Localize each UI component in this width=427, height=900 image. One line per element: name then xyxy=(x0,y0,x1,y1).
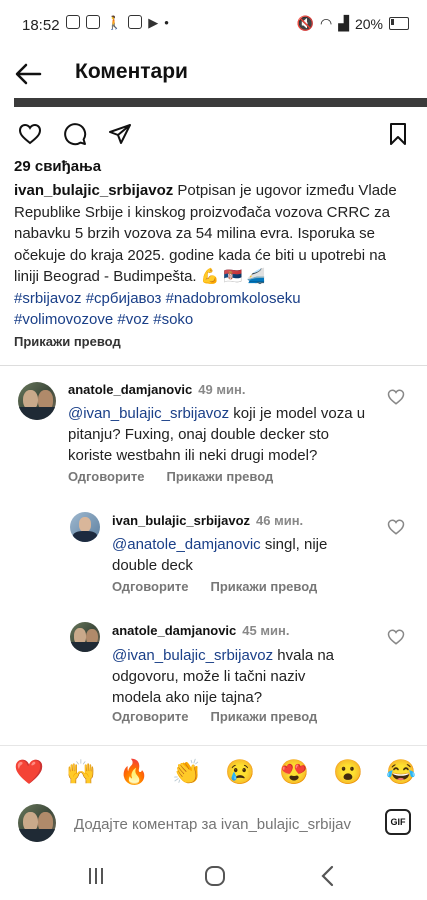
comment-input[interactable] xyxy=(74,816,374,833)
signal-icon: ▟ xyxy=(338,15,349,31)
hashtag[interactable]: #soko xyxy=(153,311,193,328)
bookmark-icon[interactable] xyxy=(386,122,410,146)
home-icon[interactable] xyxy=(204,865,226,887)
comment-actions: Одговорите Прикажи превод xyxy=(68,469,295,484)
comment-icon[interactable] xyxy=(63,122,87,146)
reply-button[interactable]: Одговорите xyxy=(68,469,145,484)
share-icon[interactable] xyxy=(108,122,132,146)
avatar xyxy=(18,804,56,842)
emoji-heart[interactable]: ❤️ xyxy=(14,758,44,788)
comment-username[interactable]: ivan_bulajic_srbijavoz xyxy=(112,513,250,528)
emoji-heart-eyes[interactable]: 😍 xyxy=(279,758,309,788)
dot-icon: • xyxy=(164,15,169,30)
walk-icon: 🚶 xyxy=(106,15,123,30)
comment-username[interactable]: anatole_damjanovic xyxy=(112,623,236,638)
emoji-reaction-bar: ❤️ 🙌 🔥 👏 😢 😍 😮 😂 xyxy=(0,745,427,802)
notification-icon xyxy=(66,15,80,29)
notification-icons: 🚶 ▶ • xyxy=(66,15,169,31)
likes-count[interactable]: 29 свиђања xyxy=(14,158,101,175)
divider xyxy=(0,365,427,366)
see-translation-link[interactable]: Прикажи превод xyxy=(14,334,121,349)
gif-icon[interactable]: GIF xyxy=(385,809,411,835)
comment-like-heart-icon[interactable] xyxy=(387,518,405,536)
battery-percent: 20% xyxy=(354,15,383,32)
app-icon xyxy=(128,15,143,29)
back-arrow-icon[interactable] xyxy=(14,62,42,86)
comment-actions: Одговорите Прикажи превод xyxy=(112,579,339,594)
app-header: Коментари xyxy=(0,52,427,96)
hashtag[interactable]: #srbijavoz xyxy=(14,290,82,307)
comment-author[interactable]: anatole_damjanovic 49 мин. xyxy=(68,382,245,397)
comment-text: @ivan_bulajic_srbijavoz koji je model vo… xyxy=(68,403,368,466)
status-time: 18:52 xyxy=(22,17,60,34)
avatar[interactable] xyxy=(70,622,100,652)
comment-time: 45 мин. xyxy=(242,623,290,638)
post-image-edge xyxy=(14,98,427,107)
comment-author[interactable]: ivan_bulajic_srbijavoz 46 мин. xyxy=(112,513,303,528)
reply-button[interactable]: Одговорите xyxy=(112,579,189,594)
comment-username[interactable]: anatole_damjanovic xyxy=(68,382,192,397)
see-translation-link[interactable]: Прикажи превод xyxy=(211,709,318,724)
see-translation-link[interactable]: Прикажи превод xyxy=(211,579,318,594)
comment-actions: Одговорите Прикажи превод xyxy=(112,709,339,724)
emoji-surprised[interactable]: 😮 xyxy=(333,758,363,788)
emoji-raising-hands[interactable]: 🙌 xyxy=(66,758,96,788)
avatar[interactable] xyxy=(18,382,56,420)
avatar[interactable] xyxy=(70,512,100,542)
system-nav-bar xyxy=(0,852,427,900)
comment-time: 49 мин. xyxy=(198,382,246,397)
mention-link[interactable]: @anatole_damjanovic xyxy=(112,536,261,553)
mention-link[interactable]: @ivan_bulajic_srbijavoz xyxy=(68,405,229,422)
page-title: Коментари xyxy=(75,60,188,83)
comment-text: @anatole_damjanovic singl, nije double d… xyxy=(112,534,362,576)
see-translation-link[interactable]: Прикажи превод xyxy=(167,469,274,484)
hashtag[interactable]: #nadobromkoloseku xyxy=(166,290,301,307)
mention-link[interactable]: @ivan_bulajic_srbijavoz xyxy=(112,647,273,664)
comment-composer: GIF xyxy=(0,800,427,850)
comment-text: @ivan_bulajic_srbijavoz hvala na odgovor… xyxy=(112,645,357,708)
wifi-icon: ◠ xyxy=(319,15,333,31)
comment-time: 46 мин. xyxy=(256,513,304,528)
mute-icon: 🔇 xyxy=(296,15,314,31)
hashtag[interactable]: #србијавоз xyxy=(86,290,162,307)
post-caption: ivan_bulajic_srbijavoz Potpisan je ugovo… xyxy=(14,180,414,331)
emoji-crying[interactable]: 😢 xyxy=(225,758,255,788)
back-nav-icon[interactable] xyxy=(318,865,338,887)
recent-apps-icon[interactable] xyxy=(86,866,106,886)
heart-icon[interactable] xyxy=(18,122,42,146)
youtube-icon: ▶ xyxy=(148,15,159,30)
comment-like-heart-icon[interactable] xyxy=(387,628,405,646)
caption-username[interactable]: ivan_bulajic_srbijavoz xyxy=(14,182,173,199)
hashtag[interactable]: #volimovozove xyxy=(14,311,113,328)
battery-icon xyxy=(389,17,409,30)
emoji-laughing[interactable]: 😂 xyxy=(386,758,416,788)
system-icons: 🔇 ◠ ▟ 20% xyxy=(297,15,409,32)
comment-like-heart-icon[interactable] xyxy=(387,388,405,406)
mail-icon xyxy=(86,15,100,29)
status-bar: 18:52 🚶 ▶ • 🔇 ◠ ▟ 20% xyxy=(0,0,427,50)
comment-author[interactable]: anatole_damjanovic 45 мин. xyxy=(112,623,289,638)
hashtag[interactable]: #voz xyxy=(117,311,149,328)
emoji-clapping[interactable]: 👏 xyxy=(172,758,202,788)
reply-button[interactable]: Одговорите xyxy=(112,709,189,724)
emoji-fire[interactable]: 🔥 xyxy=(119,758,149,788)
